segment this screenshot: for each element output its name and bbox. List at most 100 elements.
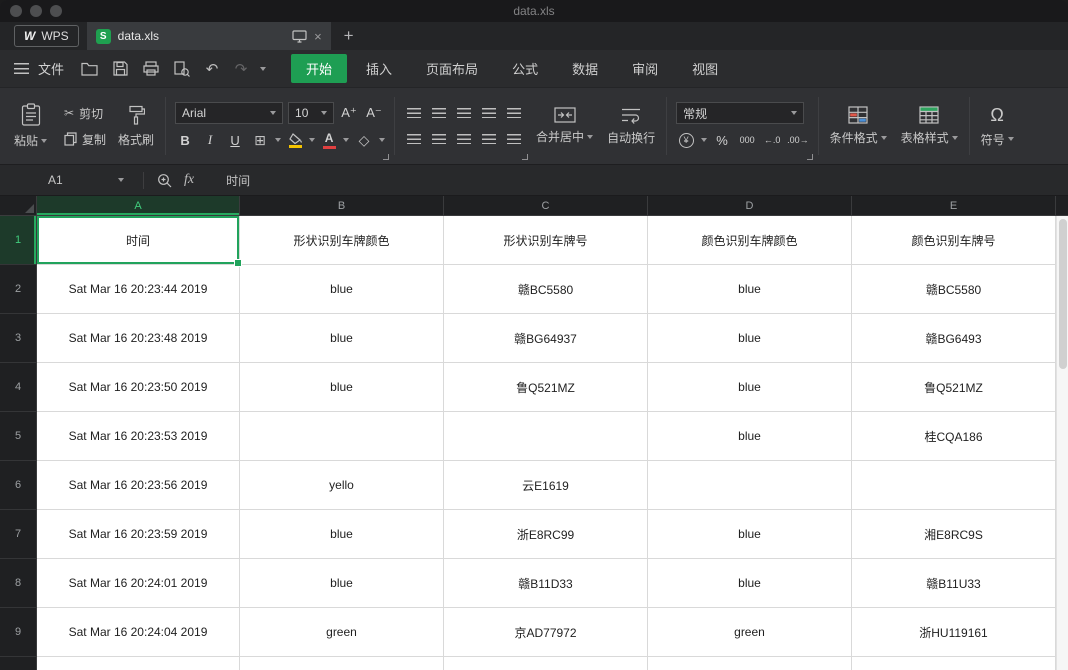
cell-D7[interactable]: blue: [648, 510, 852, 559]
cell-C10[interactable]: [444, 657, 648, 670]
cell-B7[interactable]: blue: [240, 510, 444, 559]
comma-style-button[interactable]: 000: [737, 130, 757, 150]
cell-D10[interactable]: [648, 657, 852, 670]
cell-C8[interactable]: 赣B11D33: [444, 559, 648, 608]
cell-name-box[interactable]: A1: [0, 173, 134, 187]
cell-A8[interactable]: Sat Mar 16 20:24:01 2019: [37, 559, 240, 608]
align-middle-button[interactable]: [429, 103, 449, 123]
ribbon-tab-page-layout[interactable]: 页面布局: [411, 54, 493, 83]
cell-D4[interactable]: blue: [648, 363, 852, 412]
select-all-button[interactable]: [0, 196, 37, 216]
paste-button[interactable]: 粘贴: [7, 103, 54, 149]
cell-B6[interactable]: yello: [240, 461, 444, 510]
percent-style-button[interactable]: %: [712, 130, 732, 150]
cell-A3[interactable]: Sat Mar 16 20:23:48 2019: [37, 314, 240, 363]
name-box-caret-icon[interactable]: [118, 178, 124, 182]
alignment-dialog-launcher-icon[interactable]: [522, 154, 529, 160]
row-header-5[interactable]: 5: [0, 412, 37, 461]
scrollbar-thumb[interactable]: [1058, 219, 1067, 369]
cut-button[interactable]: ✂ 剪切: [64, 103, 106, 123]
align-center-button[interactable]: [429, 129, 449, 149]
row-header-6[interactable]: 6: [0, 461, 37, 510]
conditional-format-caret-icon[interactable]: [880, 135, 887, 140]
fill-color-button[interactable]: [286, 130, 304, 150]
currency-style-button[interactable]: ¥: [676, 130, 696, 150]
ribbon-tab-insert[interactable]: 插入: [351, 54, 407, 83]
shading-button[interactable]: ◇: [354, 130, 374, 150]
fill-color-caret-icon[interactable]: [309, 138, 316, 142]
wrap-text-button[interactable]: 自动换行: [600, 93, 662, 159]
cell-D6[interactable]: [648, 461, 852, 510]
cell-E4[interactable]: 鲁Q521MZ: [852, 363, 1056, 412]
row-header-4[interactable]: 4: [0, 363, 37, 412]
cell-B8[interactable]: blue: [240, 559, 444, 608]
row-header-10[interactable]: 10: [0, 657, 37, 670]
cell-C4[interactable]: 鲁Q521MZ: [444, 363, 648, 412]
align-left-button[interactable]: [404, 129, 424, 149]
column-header-E[interactable]: E: [852, 196, 1056, 216]
row-header-2[interactable]: 2: [0, 265, 37, 314]
decrease-decimal-button[interactable]: .00→: [787, 130, 809, 150]
increase-decimal-button[interactable]: ←.0: [762, 130, 782, 150]
ribbon-tab-home[interactable]: 开始: [291, 54, 348, 83]
cell-A7[interactable]: Sat Mar 16 20:23:59 2019: [37, 510, 240, 559]
cell-B9[interactable]: green: [240, 608, 444, 657]
cell-C1[interactable]: 形状识别车牌号: [444, 216, 648, 265]
new-tab-button[interactable]: +: [344, 26, 354, 46]
save-icon[interactable]: [109, 58, 131, 80]
increase-indent-button[interactable]: [504, 103, 524, 123]
cell-C2[interactable]: 赣BC5580: [444, 265, 648, 314]
print-preview-icon[interactable]: [171, 58, 193, 80]
cell-B4[interactable]: blue: [240, 363, 444, 412]
cell-E3[interactable]: 赣BG6493: [852, 314, 1056, 363]
cell-E8[interactable]: 赣B11U33: [852, 559, 1056, 608]
cell-D9[interactable]: green: [648, 608, 852, 657]
formula-bar-content[interactable]: 时间: [226, 172, 250, 189]
vertical-scrollbar[interactable]: [1056, 216, 1068, 670]
ribbon-tab-data[interactable]: 数据: [557, 54, 613, 83]
font-dialog-launcher-icon[interactable]: [383, 154, 390, 160]
align-top-button[interactable]: [404, 103, 424, 123]
tab-close-icon[interactable]: ×: [314, 29, 322, 44]
cell-B3[interactable]: blue: [240, 314, 444, 363]
cell-E2[interactable]: 赣BC5580: [852, 265, 1056, 314]
cell-A1[interactable]: 时间: [37, 216, 242, 267]
ribbon-tab-view[interactable]: 视图: [677, 54, 733, 83]
format-painter-button[interactable]: 格式刷: [111, 93, 161, 159]
borders-caret-icon[interactable]: [275, 138, 282, 142]
undo-icon[interactable]: ↶: [202, 60, 222, 78]
cell-E1[interactable]: 颜色识别车牌号: [852, 216, 1056, 265]
cell-E7[interactable]: 湘E8RC9S: [852, 510, 1056, 559]
wps-home-tab[interactable]: W WPS: [14, 25, 79, 47]
cell-D5[interactable]: blue: [648, 412, 852, 461]
row-header-1[interactable]: 1: [0, 216, 37, 265]
bold-button[interactable]: B: [175, 130, 195, 150]
font-family-select[interactable]: Arial: [175, 102, 284, 124]
ribbon-tab-formulas[interactable]: 公式: [497, 54, 553, 83]
font-color-button[interactable]: A: [320, 130, 338, 150]
cell-B5[interactable]: [240, 412, 444, 461]
align-bottom-button[interactable]: [454, 103, 474, 123]
number-dialog-launcher-icon[interactable]: [806, 154, 813, 160]
row-header-3[interactable]: 3: [0, 314, 37, 363]
cell-E10[interactable]: [852, 657, 1056, 670]
row-header-8[interactable]: 8: [0, 559, 37, 608]
cell-D3[interactable]: blue: [648, 314, 852, 363]
row-header-9[interactable]: 9: [0, 608, 37, 657]
cell-A2[interactable]: Sat Mar 16 20:23:44 2019: [37, 265, 240, 314]
table-style-caret-icon[interactable]: [951, 135, 958, 140]
align-right-button[interactable]: [454, 129, 474, 149]
cell-B10[interactable]: [240, 657, 444, 670]
merge-center-button[interactable]: 合并居中: [529, 93, 600, 159]
shading-caret-icon[interactable]: [379, 138, 386, 142]
italic-button[interactable]: I: [200, 130, 220, 150]
decrease-font-size-button[interactable]: A⁻: [364, 103, 384, 123]
zoom-icon[interactable]: [153, 169, 175, 191]
cell-E6[interactable]: [852, 461, 1056, 510]
merge-center-caret-icon[interactable]: [587, 134, 594, 139]
row-header-7[interactable]: 7: [0, 510, 37, 559]
open-file-icon[interactable]: [78, 58, 100, 80]
cell-A5[interactable]: Sat Mar 16 20:23:53 2019: [37, 412, 240, 461]
copy-button[interactable]: 复制: [64, 129, 106, 149]
presentation-mode-icon[interactable]: [292, 29, 307, 43]
